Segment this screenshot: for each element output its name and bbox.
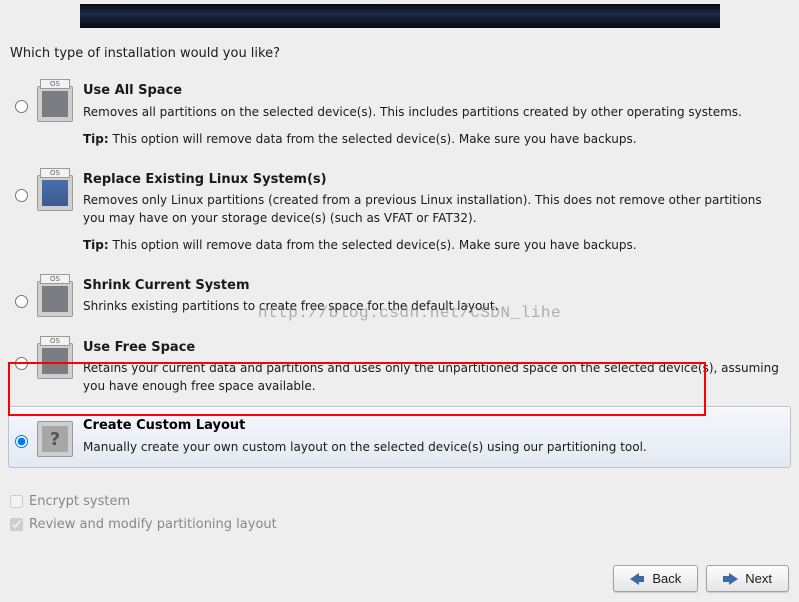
disk-icon: OS <box>37 86 73 122</box>
radio-shrink-current[interactable] <box>15 295 28 308</box>
encrypt-system-check[interactable]: Encrypt system <box>10 494 277 509</box>
next-button-label: Next <box>745 571 772 586</box>
disk-free-icon: OS <box>37 343 73 379</box>
option-desc: Removes only Linux partitions (created f… <box>83 192 780 227</box>
option-title: Create Custom Layout <box>83 417 780 436</box>
header-banner <box>80 4 720 28</box>
arrow-left-icon <box>630 573 646 585</box>
review-layout-label: Review and modify partitioning layout <box>29 517 277 532</box>
disk-linux-icon: OS <box>37 175 73 211</box>
option-desc: Manually create your own custom layout o… <box>83 439 780 456</box>
arrow-right-icon <box>723 573 739 585</box>
review-layout-check[interactable]: Review and modify partitioning layout <box>10 517 277 532</box>
option-use-all-space[interactable]: OS Use All Space Removes all partitions … <box>8 71 791 160</box>
question-icon: ? <box>37 421 73 457</box>
watermark-text: http://blog.csdn.net/CSDN_lihe <box>258 304 561 322</box>
option-desc: Retains your current data and partitions… <box>83 360 780 395</box>
nav-buttons: Back Next <box>613 565 789 592</box>
option-replace-linux[interactable]: OS Replace Existing Linux System(s) Remo… <box>8 160 791 266</box>
option-title: Shrink Current System <box>83 277 780 296</box>
install-options-list: OS Use All Space Removes all partitions … <box>8 71 791 468</box>
disk-shrink-icon: OS <box>37 281 73 317</box>
option-title: Replace Existing Linux System(s) <box>83 171 780 190</box>
radio-use-free-space[interactable] <box>15 357 28 370</box>
radio-use-all-space[interactable] <box>15 100 28 113</box>
option-title: Use All Space <box>83 82 780 101</box>
option-title: Use Free Space <box>83 339 780 358</box>
option-custom-layout[interactable]: ? Create Custom Layout Manually create y… <box>8 406 791 468</box>
option-desc: Removes all partitions on the selected d… <box>83 104 780 121</box>
review-layout-checkbox[interactable] <box>10 518 23 531</box>
installation-question: Which type of installation would you lik… <box>10 46 799 61</box>
option-tip: Tip: This option will remove data from t… <box>83 237 780 254</box>
radio-custom-layout[interactable] <box>15 435 28 448</box>
option-tip: Tip: This option will remove data from t… <box>83 131 780 148</box>
option-use-free-space[interactable]: OS Use Free Space Retains your current d… <box>8 328 791 407</box>
back-button[interactable]: Back <box>613 565 698 592</box>
bottom-checkboxes: Encrypt system Review and modify partiti… <box>10 494 277 532</box>
encrypt-system-checkbox[interactable] <box>10 495 23 508</box>
back-button-label: Back <box>652 571 681 586</box>
radio-replace-linux[interactable] <box>15 189 28 202</box>
next-button[interactable]: Next <box>706 565 789 592</box>
encrypt-system-label: Encrypt system <box>29 494 130 509</box>
